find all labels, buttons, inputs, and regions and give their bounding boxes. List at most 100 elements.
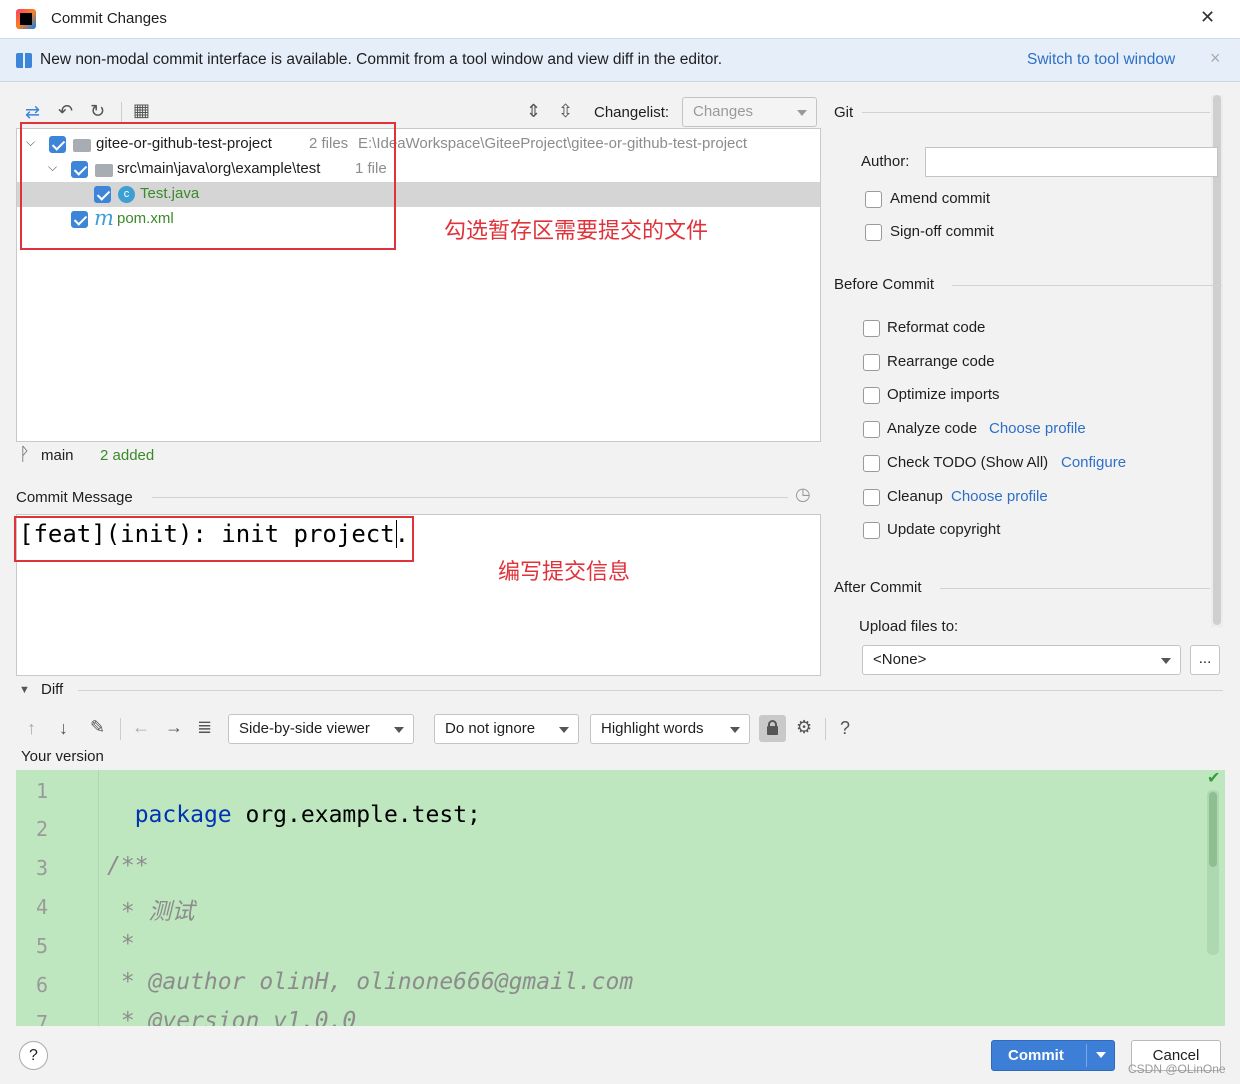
reformat-label[interactable]: Reformat code bbox=[887, 319, 985, 336]
gift-icon bbox=[16, 53, 32, 68]
commit-button[interactable]: Commit bbox=[991, 1040, 1115, 1071]
git-section-title: Git bbox=[834, 104, 854, 121]
expand-all-icon[interactable]: ⇕ bbox=[526, 101, 541, 122]
rearrange-label[interactable]: Rearrange code bbox=[887, 353, 995, 370]
branch-name: main bbox=[41, 447, 74, 464]
changelist-dropdown[interactable]: Changes bbox=[682, 97, 817, 127]
commit-message-separator bbox=[152, 497, 788, 498]
upload-label: Upload files to: bbox=[859, 618, 959, 635]
back-icon[interactable]: ← bbox=[132, 717, 150, 738]
switch-to-tool-window-link[interactable]: Switch to tool window bbox=[1027, 51, 1175, 69]
line-number: 1 bbox=[36, 779, 49, 803]
rollback-icon[interactable]: ↶ bbox=[58, 101, 73, 122]
line-number: 4 bbox=[36, 895, 49, 919]
line-number: 5 bbox=[36, 934, 49, 958]
todo-checkbox[interactable] bbox=[863, 455, 880, 472]
chevron-down-icon bbox=[1161, 658, 1171, 664]
git-separator bbox=[862, 112, 1210, 113]
history-icon[interactable]: ◷ bbox=[795, 484, 811, 505]
after-commit-title: After Commit bbox=[834, 579, 922, 596]
amend-checkbox[interactable] bbox=[865, 191, 882, 208]
chevron-down-icon bbox=[559, 727, 569, 733]
annotation-select-files: 勾选暂存区需要提交的文件 bbox=[444, 219, 709, 244]
viewer-dropdown[interactable]: Side-by-side viewer bbox=[228, 714, 414, 744]
upload-more-button[interactable]: ... bbox=[1190, 645, 1220, 675]
upload-more-label: ... bbox=[1198, 650, 1212, 667]
signoff-checkbox[interactable] bbox=[865, 224, 882, 241]
lock-button[interactable] bbox=[759, 715, 786, 742]
copyright-label[interactable]: Update copyright bbox=[887, 521, 1000, 538]
next-difference-icon[interactable]: ↓ bbox=[59, 718, 68, 739]
window-title: Commit Changes bbox=[51, 10, 167, 27]
toolbar-separator bbox=[121, 102, 122, 122]
optimize-label[interactable]: Optimize imports bbox=[887, 386, 1000, 403]
annotation-box-files bbox=[20, 122, 396, 250]
highlight-value: Highlight words bbox=[601, 720, 704, 737]
annotation-box-message bbox=[14, 516, 414, 562]
no-problems-check-icon: ✔ bbox=[1207, 770, 1221, 787]
rearrange-checkbox[interactable] bbox=[863, 354, 880, 371]
signoff-label[interactable]: Sign-off commit bbox=[890, 223, 994, 240]
todo-configure-link[interactable]: Configure bbox=[1061, 454, 1126, 471]
group-by-icon[interactable]: ▦ bbox=[133, 100, 150, 121]
line-number: 3 bbox=[36, 856, 49, 880]
cleanup-label[interactable]: Cleanup bbox=[887, 488, 943, 505]
cleanup-choose-profile-link[interactable]: Choose profile bbox=[951, 488, 1048, 505]
analyze-choose-profile-link[interactable]: Choose profile bbox=[989, 420, 1086, 437]
diff-separator bbox=[78, 690, 1223, 691]
code-line-7-clip: * @version v1.0.0 bbox=[107, 1008, 707, 1026]
close-icon[interactable]: ✕ bbox=[1200, 7, 1215, 28]
line-number: 6 bbox=[36, 973, 49, 997]
diff-help-icon[interactable]: ? bbox=[840, 718, 850, 739]
upload-dropdown[interactable]: <None> bbox=[862, 645, 1181, 675]
author-input[interactable] bbox=[925, 147, 1218, 177]
analyze-label[interactable]: Analyze code bbox=[887, 420, 977, 437]
code-line-6: * @author olinH, olinone666@gmail.com bbox=[107, 969, 634, 995]
diff-collapse-icon[interactable]: ▼ bbox=[19, 684, 30, 696]
copyright-checkbox[interactable] bbox=[863, 522, 880, 539]
code-line-5: * bbox=[107, 931, 135, 957]
ignore-value: Do not ignore bbox=[445, 720, 536, 737]
commit-options-chevron-down-icon[interactable] bbox=[1096, 1052, 1106, 1058]
notification-banner: New non-modal commit interface is availa… bbox=[0, 38, 1240, 82]
optimize-checkbox[interactable] bbox=[863, 387, 880, 404]
annotation-write-message: 编写提交信息 bbox=[498, 560, 631, 585]
ignore-dropdown[interactable]: Do not ignore bbox=[434, 714, 579, 744]
viewer-value: Side-by-side viewer bbox=[239, 720, 370, 737]
edit-source-icon[interactable]: ✎ bbox=[90, 717, 105, 738]
list-icon[interactable]: ≣ bbox=[197, 717, 212, 738]
settings-gear-icon[interactable]: ⚙ bbox=[796, 717, 812, 738]
app-icon bbox=[16, 9, 36, 29]
watermark: CSDN @OLinOne bbox=[1128, 1062, 1226, 1076]
amend-label[interactable]: Amend commit bbox=[890, 190, 990, 207]
chevron-down-icon bbox=[797, 110, 807, 116]
previous-difference-icon[interactable]: ↑ bbox=[27, 718, 36, 739]
help-button-label: ? bbox=[29, 1047, 38, 1064]
chevron-down-icon bbox=[730, 727, 740, 733]
commit-split-divider bbox=[1086, 1044, 1087, 1067]
before-commit-separator bbox=[952, 285, 1222, 286]
chevron-down-icon bbox=[394, 727, 404, 733]
refresh-icon[interactable]: ↻ bbox=[90, 101, 105, 122]
forward-icon[interactable]: → bbox=[165, 717, 183, 738]
todo-label[interactable]: Check TODO (Show All) bbox=[887, 454, 1048, 471]
code-line-3: /** bbox=[107, 853, 149, 879]
before-commit-title: Before Commit bbox=[834, 276, 935, 293]
show-diff-icon[interactable]: ⇄ bbox=[25, 102, 40, 123]
your-version-label: Your version bbox=[21, 748, 104, 765]
changelist-value: Changes bbox=[693, 103, 754, 120]
highlight-dropdown[interactable]: Highlight words bbox=[590, 714, 750, 744]
after-commit-separator bbox=[940, 588, 1210, 589]
reformat-checkbox[interactable] bbox=[863, 320, 880, 337]
analyze-checkbox[interactable] bbox=[863, 421, 880, 438]
collapse-all-icon[interactable]: ⇳ bbox=[558, 101, 573, 122]
added-count: 2 added bbox=[100, 447, 155, 464]
banner-close-icon[interactable]: × bbox=[1210, 48, 1221, 69]
line-number: 2 bbox=[36, 817, 49, 841]
help-button[interactable]: ? bbox=[19, 1041, 48, 1070]
editor-scrollbar[interactable] bbox=[1207, 790, 1219, 955]
upload-value: <None> bbox=[873, 651, 927, 668]
cleanup-checkbox[interactable] bbox=[863, 489, 880, 506]
branch-icon: ᚹ bbox=[19, 444, 30, 464]
toolbar-separator bbox=[825, 718, 826, 740]
